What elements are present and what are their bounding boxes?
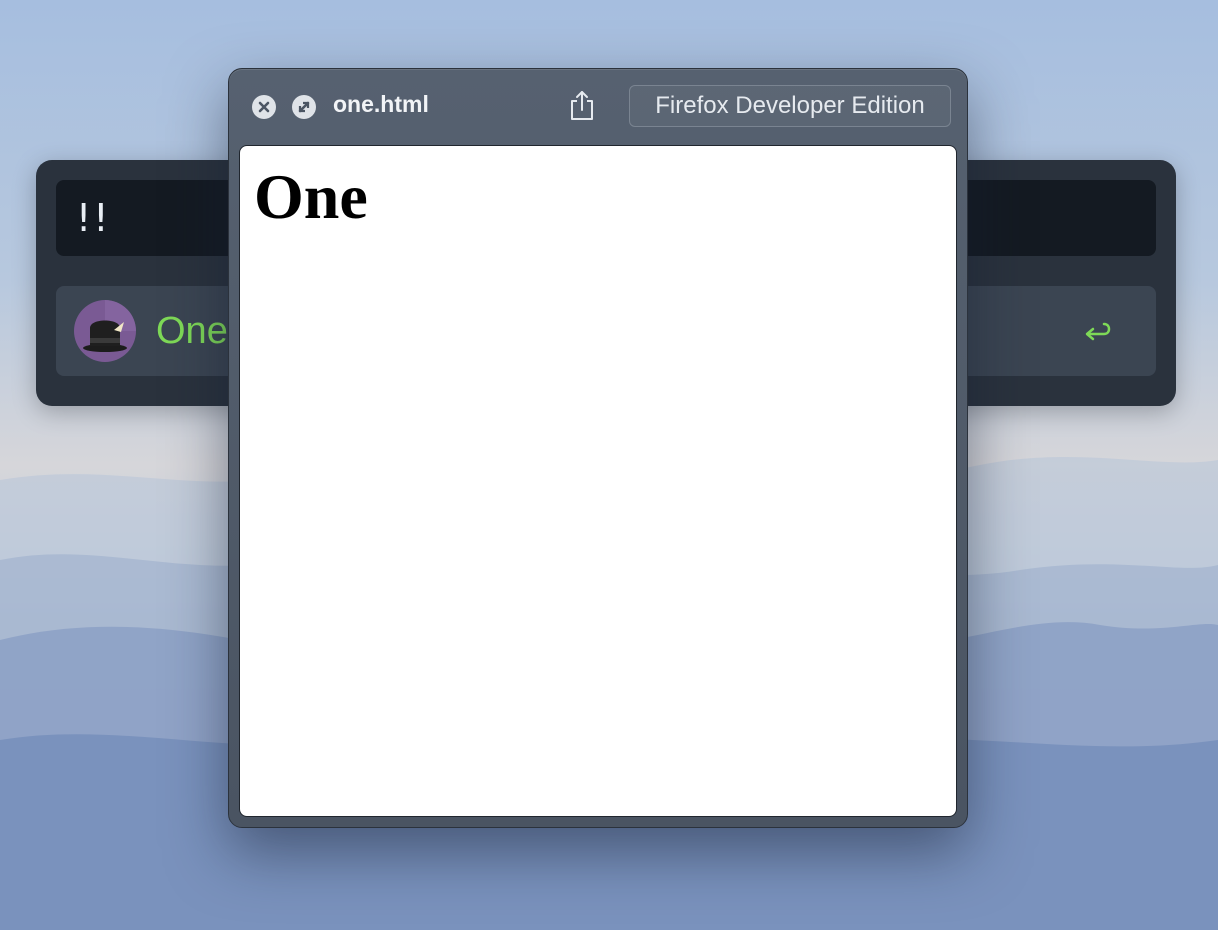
quicklook-preview: One xyxy=(239,145,957,817)
quicklook-titlebar: one.html Firefox Developer Edition xyxy=(229,69,967,145)
share-button[interactable] xyxy=(567,89,597,123)
return-icon xyxy=(1085,322,1111,341)
quicklook-window: one.html Firefox Developer Edition One xyxy=(228,68,968,828)
quicklook-filename: one.html xyxy=(333,91,429,117)
alfred-hat-icon xyxy=(74,300,136,362)
launcher-result-title: One xyxy=(156,310,228,352)
open-with-button[interactable]: Firefox Developer Edition xyxy=(629,85,951,127)
page-heading: One xyxy=(254,161,368,232)
fullscreen-icon xyxy=(298,101,310,113)
close-icon xyxy=(258,101,270,113)
share-icon xyxy=(571,91,593,120)
close-button[interactable] xyxy=(252,95,276,119)
fullscreen-button[interactable] xyxy=(292,95,316,119)
